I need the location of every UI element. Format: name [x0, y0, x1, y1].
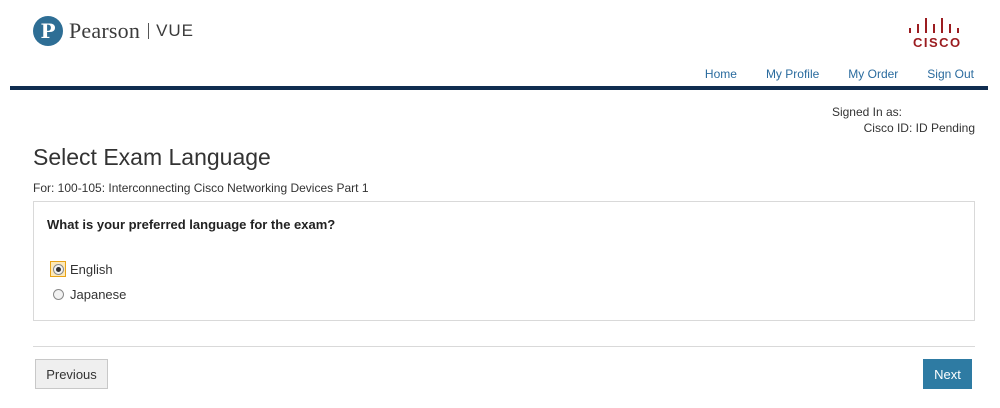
cisco-logo-text: cisco: [913, 35, 962, 50]
nav-my-profile-link[interactable]: My Profile: [766, 67, 819, 81]
nav-sign-out-link[interactable]: Sign Out: [927, 67, 974, 81]
brand-product: VUE: [156, 21, 195, 40]
radio-wrapper: [50, 286, 66, 302]
pearson-vue-logo[interactable]: P Pearson VUE: [33, 16, 194, 46]
language-question-panel: What is your preferred language for the …: [33, 201, 975, 321]
radio-focus-ring: [50, 261, 66, 277]
footer-divider: [33, 346, 975, 347]
signed-in-info: Signed In as: Cisco ID: ID Pending: [832, 104, 975, 136]
nav-my-order-link[interactable]: My Order: [848, 67, 898, 81]
english-radio[interactable]: [52, 263, 64, 275]
radio-selected-dot: [55, 266, 61, 272]
top-nav: Home My Profile My Order Sign Out: [676, 67, 974, 81]
pearson-p-letter: P: [40, 19, 56, 43]
brand-name: Pearson: [69, 18, 141, 43]
option-english[interactable]: English: [50, 261, 113, 277]
japanese-radio[interactable]: [52, 288, 64, 300]
option-japanese[interactable]: Japanese: [50, 286, 126, 302]
nav-home-link[interactable]: Home: [705, 67, 737, 81]
cisco-id-text: Cisco ID: ID Pending: [863, 121, 975, 135]
exam-subtitle: For: 100-105: Interconnecting Cisco Netw…: [33, 181, 369, 195]
signed-in-label: Signed In as:: [831, 105, 902, 119]
next-button[interactable]: Next: [923, 359, 972, 389]
previous-button[interactable]: Previous: [35, 359, 108, 389]
pearson-p-icon: P: [33, 16, 63, 46]
header: P Pearson VUE cisco Home My Profile My O…: [0, 0, 1000, 86]
page-title: Select Exam Language: [33, 144, 271, 170]
brand-separator: [148, 23, 150, 39]
header-divider: [10, 86, 988, 90]
question-text: What is your preferred language for the …: [47, 217, 336, 232]
option-japanese-label: Japanese: [70, 286, 127, 302]
option-english-label: English: [70, 261, 113, 277]
